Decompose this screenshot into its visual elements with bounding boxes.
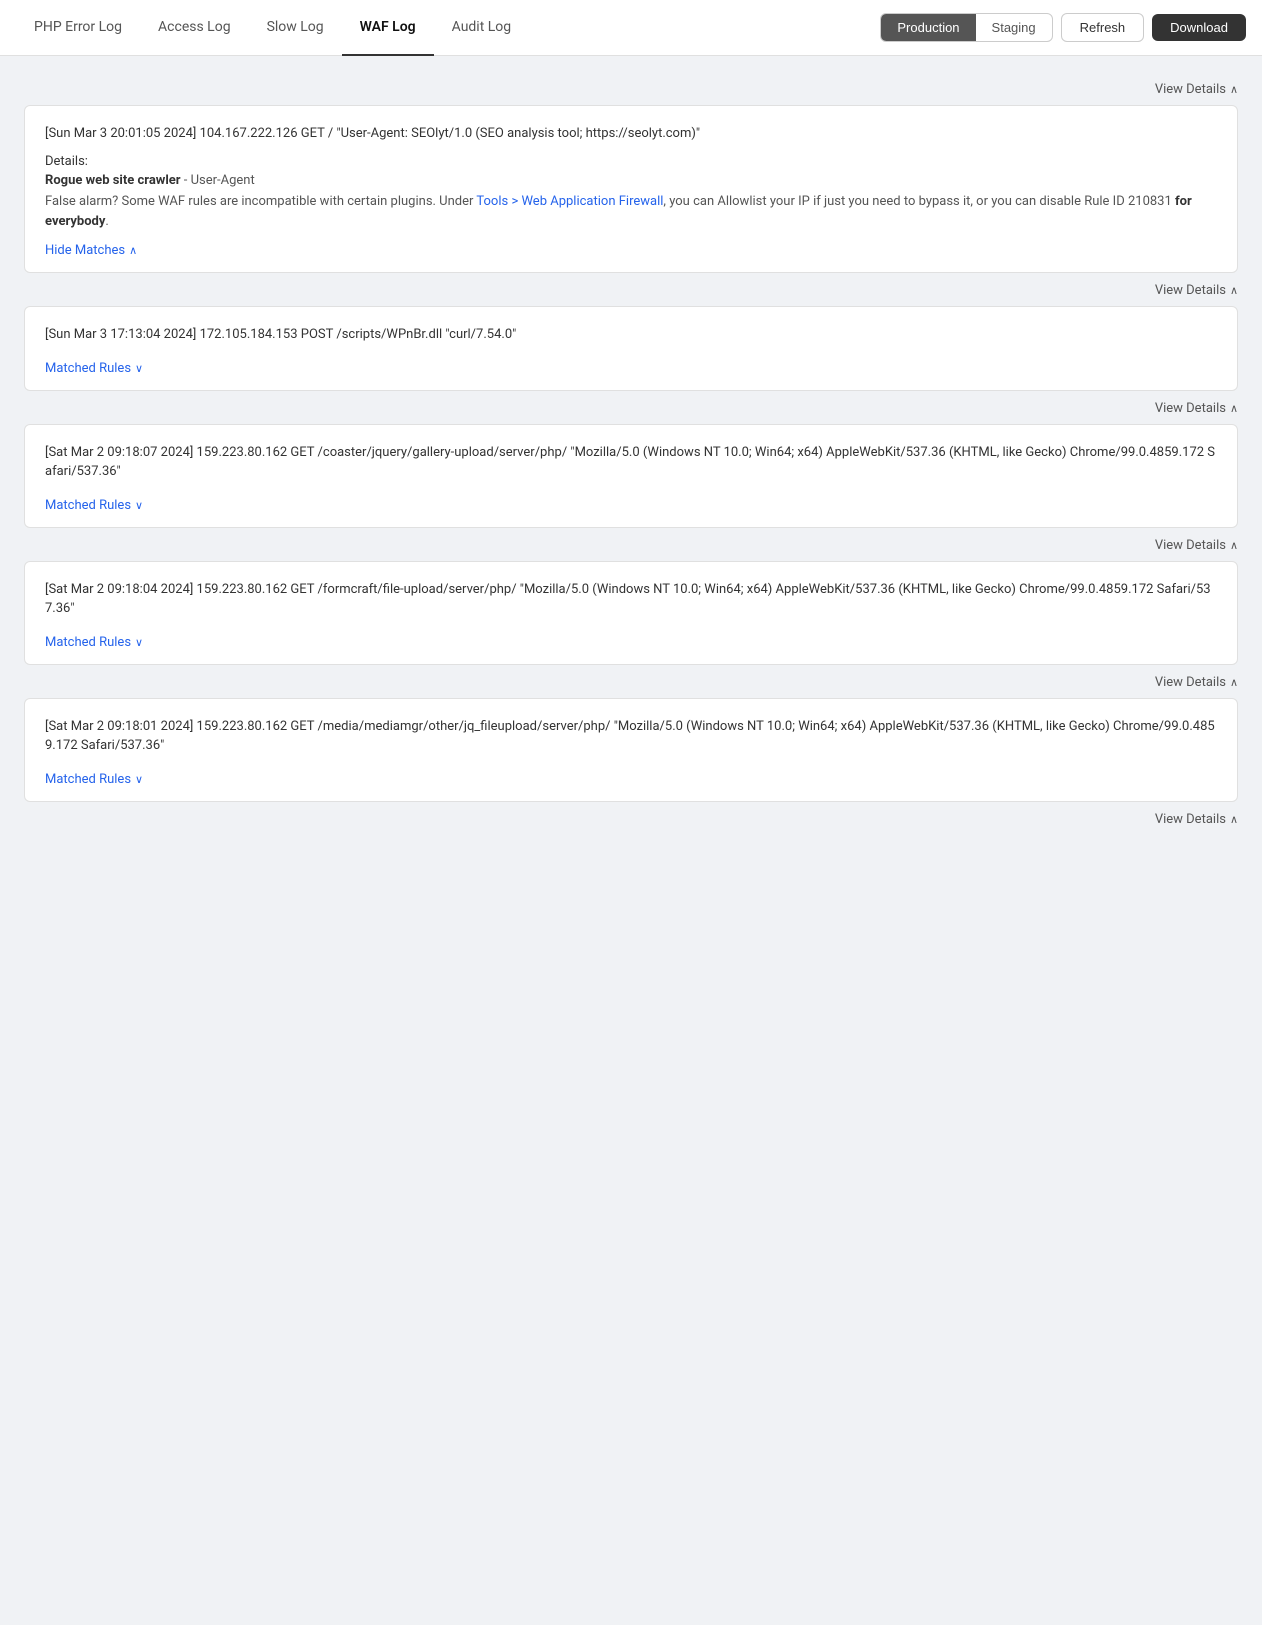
tab-waf-log[interactable]: WAF Log bbox=[342, 0, 434, 56]
view-details-row-6: View Details bbox=[24, 802, 1238, 835]
header: PHP Error Log Access Log Slow Log WAF Lo… bbox=[0, 0, 1262, 56]
log-entry-text-5: [Sat Mar 2 09:18:01 2024] 159.223.80.162… bbox=[45, 717, 1217, 756]
chevron-down-icon-2 bbox=[135, 361, 143, 376]
chevron-down-icon-4 bbox=[135, 635, 143, 650]
log-section-1: View Details [Sun Mar 3 20:01:05 2024] 1… bbox=[24, 72, 1238, 273]
log-entry-text-4: [Sat Mar 2 09:18:04 2024] 159.223.80.162… bbox=[45, 580, 1217, 619]
view-details-label-1: View Details bbox=[1155, 82, 1226, 97]
nav-tabs: PHP Error Log Access Log Slow Log WAF Lo… bbox=[16, 0, 880, 56]
log-card-2: [Sun Mar 3 17:13:04 2024] 172.105.184.15… bbox=[24, 306, 1238, 391]
log-section-3: View Details [Sat Mar 2 09:18:07 2024] 1… bbox=[24, 391, 1238, 528]
view-details-label-2: View Details bbox=[1155, 283, 1226, 298]
rogue-subtitle: - User-Agent bbox=[181, 173, 255, 188]
view-details-label-6: View Details bbox=[1155, 812, 1226, 827]
log-details-section-1: Details: Rogue web site crawler - User-A… bbox=[45, 154, 1217, 234]
chevron-up-icon-4 bbox=[1230, 538, 1238, 553]
view-details-row-1: View Details bbox=[24, 72, 1238, 105]
view-details-row-4: View Details bbox=[24, 528, 1238, 561]
tab-slow-log[interactable]: Slow Log bbox=[249, 0, 342, 56]
chevron-up-icon-2 bbox=[1230, 283, 1238, 298]
view-details-row-2: View Details bbox=[24, 273, 1238, 306]
log-section-2: View Details [Sun Mar 3 17:13:04 2024] 1… bbox=[24, 273, 1238, 391]
chevron-up-icon-5 bbox=[1230, 675, 1238, 690]
log-card-3: [Sat Mar 2 09:18:07 2024] 159.223.80.162… bbox=[24, 424, 1238, 528]
rogue-title-row: Rogue web site crawler - User-Agent bbox=[45, 173, 1217, 188]
main-content: View Details [Sun Mar 3 20:01:05 2024] 1… bbox=[0, 56, 1262, 851]
log-entry-text-2: [Sun Mar 3 17:13:04 2024] 172.105.184.15… bbox=[45, 325, 1217, 345]
chevron-up-icon-hide bbox=[129, 243, 137, 258]
false-alarm-text: False alarm? Some WAF rules are incompat… bbox=[45, 192, 1217, 234]
chevron-up-icon-1 bbox=[1230, 82, 1238, 97]
log-card-1: [Sun Mar 3 20:01:05 2024] 104.167.222.12… bbox=[24, 105, 1238, 273]
view-details-link-4[interactable]: View Details bbox=[1155, 538, 1238, 553]
log-section-5: View Details [Sat Mar 2 09:18:01 2024] 1… bbox=[24, 665, 1238, 802]
log-section-4: View Details [Sat Mar 2 09:18:04 2024] 1… bbox=[24, 528, 1238, 665]
view-details-row-3: View Details bbox=[24, 391, 1238, 424]
view-details-label-3: View Details bbox=[1155, 401, 1226, 416]
staging-button[interactable]: Staging bbox=[976, 14, 1052, 41]
hide-matches-label-1: Hide Matches bbox=[45, 243, 125, 258]
false-alarm-part3: . bbox=[105, 214, 108, 229]
view-details-label-5: View Details bbox=[1155, 675, 1226, 690]
matched-rules-label-4: Matched Rules bbox=[45, 635, 131, 650]
matched-rules-label-3: Matched Rules bbox=[45, 498, 131, 513]
view-details-link-6[interactable]: View Details bbox=[1155, 812, 1238, 827]
header-actions: Production Staging Refresh Download bbox=[880, 13, 1246, 42]
chevron-down-icon-5 bbox=[135, 772, 143, 787]
matched-rules-link-2[interactable]: Matched Rules bbox=[45, 361, 143, 376]
hide-matches-link-1[interactable]: Hide Matches bbox=[45, 243, 137, 258]
details-label-1: Details: bbox=[45, 154, 1217, 169]
matched-rules-label-5: Matched Rules bbox=[45, 772, 131, 787]
download-button[interactable]: Download bbox=[1152, 14, 1246, 41]
log-section-6: View Details bbox=[24, 802, 1238, 835]
view-details-row-5: View Details bbox=[24, 665, 1238, 698]
waf-firewall-link[interactable]: Tools > Web Application Firewall bbox=[476, 194, 663, 209]
view-details-label-4: View Details bbox=[1155, 538, 1226, 553]
false-alarm-part2: , you can Allowlist your IP if just you … bbox=[663, 194, 1175, 209]
view-details-link-5[interactable]: View Details bbox=[1155, 675, 1238, 690]
view-details-link-2[interactable]: View Details bbox=[1155, 283, 1238, 298]
log-card-5: [Sat Mar 2 09:18:01 2024] 159.223.80.162… bbox=[24, 698, 1238, 802]
matched-rules-label-2: Matched Rules bbox=[45, 361, 131, 376]
matched-rules-link-3[interactable]: Matched Rules bbox=[45, 498, 143, 513]
tab-access-log[interactable]: Access Log bbox=[140, 0, 249, 56]
refresh-button[interactable]: Refresh bbox=[1061, 13, 1145, 42]
log-entry-text-1: [Sun Mar 3 20:01:05 2024] 104.167.222.12… bbox=[45, 124, 1217, 144]
chevron-up-icon-6 bbox=[1230, 812, 1238, 827]
tab-php-error-log[interactable]: PHP Error Log bbox=[16, 0, 140, 56]
log-card-4: [Sat Mar 2 09:18:04 2024] 159.223.80.162… bbox=[24, 561, 1238, 665]
rogue-title: Rogue web site crawler bbox=[45, 173, 181, 188]
log-entry-text-3: [Sat Mar 2 09:18:07 2024] 159.223.80.162… bbox=[45, 443, 1217, 482]
view-details-link-1[interactable]: View Details bbox=[1155, 82, 1238, 97]
chevron-down-icon-3 bbox=[135, 498, 143, 513]
false-alarm-part1: False alarm? Some WAF rules are incompat… bbox=[45, 194, 476, 209]
matched-rules-link-4[interactable]: Matched Rules bbox=[45, 635, 143, 650]
matched-rules-link-5[interactable]: Matched Rules bbox=[45, 772, 143, 787]
production-button[interactable]: Production bbox=[881, 14, 975, 41]
tab-audit-log[interactable]: Audit Log bbox=[434, 0, 530, 56]
env-toggle: Production Staging bbox=[880, 13, 1052, 42]
chevron-up-icon-3 bbox=[1230, 401, 1238, 416]
view-details-link-3[interactable]: View Details bbox=[1155, 401, 1238, 416]
